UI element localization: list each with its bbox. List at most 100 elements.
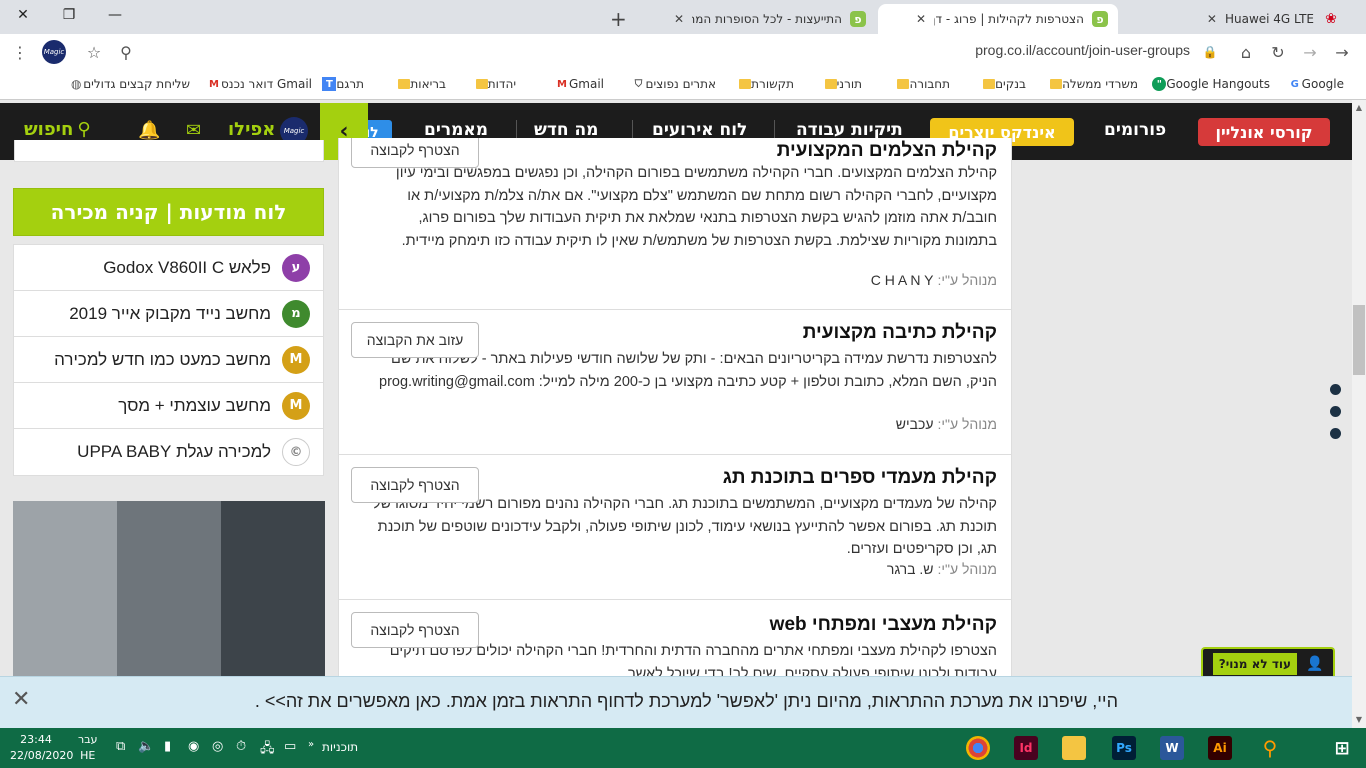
scroll-down-icon[interactable]: ▼ — [1352, 712, 1366, 726]
list-item[interactable]: M מחשב עוצמתי + מסך — [14, 383, 323, 429]
forward-icon[interactable]: → — [1298, 40, 1322, 64]
list-item[interactable]: מ מחשב נייד מקבוק אייר 2019 — [14, 291, 323, 337]
join-group-button[interactable]: הצטרף לקבוצה — [351, 612, 479, 648]
profile-avatar[interactable]: Magic — [42, 40, 66, 64]
usb-icon[interactable]: ▮ — [164, 739, 171, 754]
notification-text[interactable]: היי, שיפרנו את מערכת ההתראות, מהיום ניתן… — [255, 691, 1118, 712]
gmail-icon: M — [209, 78, 219, 90]
window-minimize-button[interactable]: — — [92, 0, 138, 30]
tab-advice[interactable]: פ התייעצות - לכל הסופרות המתחי ✕ — [640, 4, 876, 34]
group-title: קהילת כתיבה מקצועית — [802, 322, 997, 343]
alerts-bell-icon[interactable]: 🔔 — [138, 120, 160, 141]
bookmark-large-files[interactable]: ◍ שליחת קבצים גדולים — [63, 77, 190, 91]
bookmark-translate[interactable]: T תרגם — [316, 77, 364, 91]
window-close-button[interactable]: ✕ — [0, 0, 46, 30]
word-icon[interactable]: W — [1160, 736, 1184, 760]
system-clock[interactable]: 23:44 22/08/2020 — [10, 732, 73, 764]
group-manager: מנוהל ע"י:ש. ברגר — [886, 561, 997, 577]
notification-tray-icon[interactable]: ⧉ — [116, 739, 125, 754]
scroll-up-icon[interactable]: ▲ — [1352, 100, 1366, 114]
avatar: מ — [282, 299, 310, 328]
subscribe-help-button[interactable]: 👤 עוד לא מנוי? — [1201, 647, 1335, 679]
tab-join-groups[interactable]: פ הצטרפות לקהילות | פרוג - דף הב ✕ — [878, 4, 1118, 34]
nav-forums[interactable]: פורומים — [1104, 120, 1166, 140]
avatar: M — [282, 345, 310, 374]
ad-board-header[interactable]: לוח מודעות | קניה מכירה — [13, 188, 324, 236]
join-group-button[interactable]: הצטרף לקבוצה — [351, 138, 479, 168]
chrome-icon[interactable] — [966, 736, 990, 760]
app-tray-icon[interactable]: ◎ — [212, 739, 223, 754]
clock-tray-icon[interactable]: ⏱ — [236, 739, 246, 754]
group-description: קהילה של מעמדים מקצועיים, המשתמשים בתוכנ… — [372, 496, 997, 557]
side-dot[interactable] — [1330, 406, 1341, 417]
bookmark-gov[interactable]: משרדי ממשלה — [1044, 77, 1138, 91]
volume-icon[interactable]: 🔈 — [138, 739, 154, 754]
zoom-icon[interactable]: ⚲ — [114, 40, 138, 64]
window-maximize-button[interactable]: ❐ — [46, 0, 92, 30]
bookmark-transport[interactable]: תחבורה — [891, 77, 950, 91]
nav-articles[interactable]: מאמרים — [424, 120, 488, 140]
menu-kebab-icon[interactable]: ⋮ — [8, 40, 32, 64]
programs-toolbar[interactable]: תוכניות — [322, 740, 358, 754]
nav-events-board[interactable]: לוח אירועים — [652, 120, 747, 140]
file-explorer-icon[interactable] — [1062, 736, 1086, 760]
scrollbar-thumb[interactable] — [1353, 305, 1365, 375]
bookmark-google[interactable]: G Google — [1282, 77, 1344, 91]
bookmark-media[interactable]: תקשורת — [733, 77, 794, 91]
reload-icon[interactable]: ↻ — [1266, 40, 1290, 64]
back-icon[interactable]: → — [1330, 40, 1354, 64]
bookmark-torani[interactable]: תורני — [819, 77, 862, 91]
search-button[interactable]: חיפוש ⚲ — [24, 119, 91, 140]
list-item[interactable]: ע פלאש Godox V860II C — [14, 245, 323, 291]
folder-icon — [1050, 79, 1063, 89]
photoshop-icon[interactable]: Ps — [1112, 736, 1136, 760]
bookmark-gmail[interactable]: M Gmail — [549, 77, 604, 91]
bookmark-banks[interactable]: בנקים — [977, 77, 1026, 91]
nav-online-courses[interactable]: קורסי אונליין — [1198, 118, 1330, 146]
chevron-up-icon[interactable]: » — [308, 739, 314, 750]
bookmark-star-icon[interactable]: ☆ — [82, 40, 106, 64]
nav-work-folders[interactable]: תיקיות עבודה — [796, 120, 903, 140]
folder-icon — [983, 79, 996, 89]
group-photographers: קהילת הצלמים המקצועית קהילת הצלמים המקצו… — [339, 138, 1011, 310]
ad-list: ע פלאש Godox V860II C מ מחשב נייד מקבוק … — [13, 244, 324, 476]
close-icon[interactable]: ✕ — [12, 687, 30, 712]
join-group-button[interactable]: הצטרף לקבוצה — [351, 467, 479, 503]
sidebar-banner[interactable] — [13, 501, 325, 676]
indesign-icon[interactable]: Id — [1014, 736, 1038, 760]
windows-start-icon[interactable]: ⊞ — [1330, 736, 1354, 760]
inbox-envelope-icon[interactable]: ✉ — [186, 120, 201, 141]
new-tab-button[interactable]: + — [600, 4, 637, 34]
illustrator-icon[interactable]: Ai — [1208, 736, 1232, 760]
side-dot[interactable] — [1330, 428, 1341, 439]
network-icon[interactable]: 🖧 — [260, 739, 275, 761]
bookmark-health[interactable]: בריאות — [392, 77, 446, 91]
user-menu-link[interactable]: אפילו — [228, 119, 275, 140]
tab-close-icon[interactable]: ✕ — [1207, 12, 1217, 26]
bookmark-gmail-inbox[interactable]: M דואר נכנס Gmail — [201, 77, 312, 91]
bookmark-hangouts[interactable]: " Google Hangouts — [1146, 77, 1270, 91]
list-item[interactable]: M מחשב כמעט כמו חדש למכירה — [14, 337, 323, 383]
side-dot[interactable] — [1330, 384, 1341, 395]
group-title: קהילת מעמדי ספרים בתוכנת תג — [722, 467, 997, 488]
language-indicator[interactable]: עבר HE — [78, 732, 97, 764]
nav-whats-new[interactable]: מה חדש — [534, 120, 598, 140]
battery-icon[interactable]: ▭ — [284, 739, 296, 754]
tab-huawei[interactable]: ❀ Huawei 4G LTE ✕ — [1118, 4, 1350, 34]
group-professional-writing: קהילת כתיבה מקצועית להצטרפות נדרשת עמידה… — [339, 310, 1011, 455]
home-icon[interactable]: ⌂ — [1234, 40, 1258, 64]
search-icon[interactable]: ⚲ — [1258, 736, 1282, 760]
tab-close-icon[interactable]: ✕ — [674, 12, 684, 26]
group-title: קהילת הצלמים המקצועית — [776, 140, 997, 161]
leave-group-button[interactable]: עזוב את הקבוצה — [351, 322, 479, 358]
url-field[interactable]: prog.co.il/account/join-user-groups — [975, 42, 1190, 58]
page-scrollbar[interactable] — [1352, 100, 1366, 730]
folder-icon — [398, 79, 411, 89]
shield-icon: ⛉ — [634, 78, 643, 90]
list-item[interactable]: © למכירה עגלת UPPA BABY — [14, 429, 323, 475]
groups-panel: קהילת הצלמים המקצועית קהילת הצלמים המקצו… — [338, 138, 1012, 678]
nvidia-icon[interactable]: ◉ — [188, 739, 199, 754]
bookmark-judaism[interactable]: יהדות — [470, 77, 516, 91]
bookmark-common-sites[interactable]: ⛉ אתרים נפוצים — [626, 77, 716, 91]
tab-close-icon[interactable]: ✕ — [916, 12, 926, 26]
